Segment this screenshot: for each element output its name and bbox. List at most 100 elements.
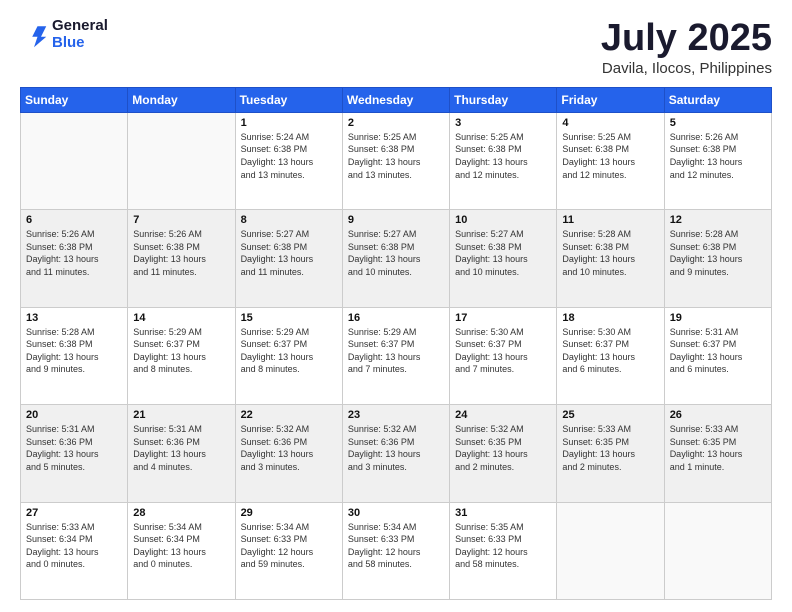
- calendar-week-row: 27 Sunrise: 5:33 AM Sunset: 6:34 PM Dayli…: [21, 502, 772, 599]
- day-number: 19: [670, 312, 766, 324]
- day-detail: Sunrise: 5:33 AM Sunset: 6:35 PM Dayligh…: [670, 423, 766, 473]
- day-detail: Sunrise: 5:29 AM Sunset: 6:37 PM Dayligh…: [348, 326, 444, 376]
- day-number: 1: [241, 117, 337, 129]
- day-number: 30: [348, 507, 444, 519]
- day-number: 24: [455, 409, 551, 421]
- col-friday: Friday: [557, 87, 664, 112]
- calendar-day-cell: 6Sunrise: 5:26 AM Sunset: 6:38 PM Daylig…: [21, 210, 128, 307]
- logo-general: General: [52, 18, 108, 35]
- col-sunday: Sunday: [21, 87, 128, 112]
- day-detail: Sunrise: 5:25 AM Sunset: 6:38 PM Dayligh…: [562, 131, 658, 181]
- calendar-day-cell: 28Sunrise: 5:34 AM Sunset: 6:34 PM Dayli…: [128, 502, 235, 599]
- calendar-day-cell: 5 Sunrise: 5:26 AM Sunset: 6:38 PM Daylig…: [664, 112, 771, 209]
- day-number: 8: [241, 214, 337, 226]
- title-block: July 2025 Davila, Ilocos, Philippines: [601, 18, 772, 77]
- calendar-header-row: Sunday Monday Tuesday Wednesday Thursday…: [21, 87, 772, 112]
- calendar-day-cell: [21, 112, 128, 209]
- day-detail: Sunrise: 5:25 AM Sunset: 6:38 PM Dayligh…: [455, 131, 551, 181]
- calendar-week-row: 20 Sunrise: 5:31 AM Sunset: 6:36 PM Dayli…: [21, 405, 772, 502]
- day-detail: Sunrise: 5:32 AM Sunset: 6:36 PM Dayligh…: [241, 423, 337, 473]
- calendar-day-cell: [664, 502, 771, 599]
- day-number: 15: [241, 312, 337, 324]
- day-detail: Sunrise: 5:32 AM Sunset: 6:35 PM Dayligh…: [455, 423, 551, 473]
- day-number: 11: [562, 214, 658, 226]
- day-detail: Sunrise: 5:30 AM Sunset: 6:37 PM Dayligh…: [562, 326, 658, 376]
- day-detail: Sunrise: 5:35 AM Sunset: 6:33 PM Dayligh…: [455, 521, 551, 571]
- calendar-day-cell: 7 Sunrise: 5:26 AM Sunset: 6:38 PM Daylig…: [128, 210, 235, 307]
- day-number: 6: [26, 214, 122, 226]
- day-detail: Sunrise: 5:33 AM Sunset: 6:35 PM Dayligh…: [562, 423, 658, 473]
- col-tuesday: Tuesday: [235, 87, 342, 112]
- calendar-day-cell: 12Sunrise: 5:28 AM Sunset: 6:38 PM Dayli…: [664, 210, 771, 307]
- col-saturday: Saturday: [664, 87, 771, 112]
- day-detail: Sunrise: 5:27 AM Sunset: 6:38 PM Dayligh…: [241, 228, 337, 278]
- title-month: July 2025: [601, 18, 772, 60]
- calendar-week-row: 6 Sunrise: 5:26 AM Sunset: 6:38 PM Daylig…: [21, 210, 772, 307]
- day-number: 31: [455, 507, 551, 519]
- day-number: 28: [133, 507, 229, 519]
- day-detail: Sunrise: 5:28 AM Sunset: 6:38 PM Dayligh…: [562, 228, 658, 278]
- calendar-day-cell: 1 Sunrise: 5:24 AM Sunset: 6:38 PM Daylig…: [235, 112, 342, 209]
- day-detail: Sunrise: 5:27 AM Sunset: 6:38 PM Dayligh…: [348, 228, 444, 278]
- day-number: 12: [670, 214, 766, 226]
- calendar-day-cell: 16 Sunrise: 5:29 AM Sunset: 6:37 PM Dayli…: [342, 307, 449, 404]
- day-detail: Sunrise: 5:28 AM Sunset: 6:38 PM Dayligh…: [26, 326, 122, 376]
- day-detail: Sunrise: 5:34 AM Sunset: 6:33 PM Dayligh…: [241, 521, 337, 571]
- day-number: 14: [133, 312, 229, 324]
- day-number: 9: [348, 214, 444, 226]
- calendar-day-cell: 8 Sunrise: 5:27 AM Sunset: 6:38 PM Daylig…: [235, 210, 342, 307]
- day-number: 2: [348, 117, 444, 129]
- logo: General Blue: [20, 18, 108, 51]
- day-number: 22: [241, 409, 337, 421]
- calendar-day-cell: 30 Sunrise: 5:34 AM Sunset: 6:33 PM Dayli…: [342, 502, 449, 599]
- day-detail: Sunrise: 5:29 AM Sunset: 6:37 PM Dayligh…: [133, 326, 229, 376]
- calendar-day-cell: 2 Sunrise: 5:25 AM Sunset: 6:38 PM Daylig…: [342, 112, 449, 209]
- calendar-day-cell: 13 Sunrise: 5:28 AM Sunset: 6:38 PM Dayli…: [21, 307, 128, 404]
- calendar-day-cell: 10Sunrise: 5:27 AM Sunset: 6:38 PM Dayli…: [450, 210, 557, 307]
- day-number: 27: [26, 507, 122, 519]
- calendar-day-cell: 25 Sunrise: 5:33 AM Sunset: 6:35 PM Dayli…: [557, 405, 664, 502]
- logo-blue: Blue: [52, 35, 108, 52]
- day-detail: Sunrise: 5:24 AM Sunset: 6:38 PM Dayligh…: [241, 131, 337, 181]
- day-detail: Sunrise: 5:26 AM Sunset: 6:38 PM Dayligh…: [670, 131, 766, 181]
- day-detail: Sunrise: 5:26 AM Sunset: 6:38 PM Dayligh…: [133, 228, 229, 278]
- logo-icon: [20, 21, 48, 49]
- calendar-day-cell: 29 Sunrise: 5:34 AM Sunset: 6:33 PM Dayli…: [235, 502, 342, 599]
- day-number: 20: [26, 409, 122, 421]
- day-number: 17: [455, 312, 551, 324]
- col-monday: Monday: [128, 87, 235, 112]
- day-number: 5: [670, 117, 766, 129]
- day-number: 7: [133, 214, 229, 226]
- calendar-day-cell: 11 Sunrise: 5:28 AM Sunset: 6:38 PM Dayli…: [557, 210, 664, 307]
- day-number: 29: [241, 507, 337, 519]
- calendar-week-row: 13 Sunrise: 5:28 AM Sunset: 6:38 PM Dayli…: [21, 307, 772, 404]
- day-detail: Sunrise: 5:25 AM Sunset: 6:38 PM Dayligh…: [348, 131, 444, 181]
- day-detail: Sunrise: 5:34 AM Sunset: 6:33 PM Dayligh…: [348, 521, 444, 571]
- day-detail: Sunrise: 5:31 AM Sunset: 6:36 PM Dayligh…: [133, 423, 229, 473]
- calendar-day-cell: 27 Sunrise: 5:33 AM Sunset: 6:34 PM Dayli…: [21, 502, 128, 599]
- title-location: Davila, Ilocos, Philippines: [601, 60, 772, 77]
- calendar-week-row: 1 Sunrise: 5:24 AM Sunset: 6:38 PM Daylig…: [21, 112, 772, 209]
- day-detail: Sunrise: 5:31 AM Sunset: 6:37 PM Dayligh…: [670, 326, 766, 376]
- calendar-day-cell: 20 Sunrise: 5:31 AM Sunset: 6:36 PM Dayli…: [21, 405, 128, 502]
- day-number: 23: [348, 409, 444, 421]
- calendar-day-cell: 18 Sunrise: 5:30 AM Sunset: 6:37 PM Dayli…: [557, 307, 664, 404]
- calendar-day-cell: 23 Sunrise: 5:32 AM Sunset: 6:36 PM Dayli…: [342, 405, 449, 502]
- day-detail: Sunrise: 5:31 AM Sunset: 6:36 PM Dayligh…: [26, 423, 122, 473]
- day-number: 25: [562, 409, 658, 421]
- calendar-day-cell: 17Sunrise: 5:30 AM Sunset: 6:37 PM Dayli…: [450, 307, 557, 404]
- day-detail: Sunrise: 5:32 AM Sunset: 6:36 PM Dayligh…: [348, 423, 444, 473]
- day-number: 13: [26, 312, 122, 324]
- day-detail: Sunrise: 5:29 AM Sunset: 6:37 PM Dayligh…: [241, 326, 337, 376]
- calendar-day-cell: [557, 502, 664, 599]
- day-number: 16: [348, 312, 444, 324]
- day-detail: Sunrise: 5:33 AM Sunset: 6:34 PM Dayligh…: [26, 521, 122, 571]
- calendar-day-cell: 15 Sunrise: 5:29 AM Sunset: 6:37 PM Dayli…: [235, 307, 342, 404]
- day-number: 18: [562, 312, 658, 324]
- calendar-day-cell: 14 Sunrise: 5:29 AM Sunset: 6:37 PM Dayli…: [128, 307, 235, 404]
- col-thursday: Thursday: [450, 87, 557, 112]
- calendar-day-cell: 24 Sunrise: 5:32 AM Sunset: 6:35 PM Dayli…: [450, 405, 557, 502]
- day-number: 21: [133, 409, 229, 421]
- calendar-day-cell: 19 Sunrise: 5:31 AM Sunset: 6:37 PM Dayli…: [664, 307, 771, 404]
- day-number: 3: [455, 117, 551, 129]
